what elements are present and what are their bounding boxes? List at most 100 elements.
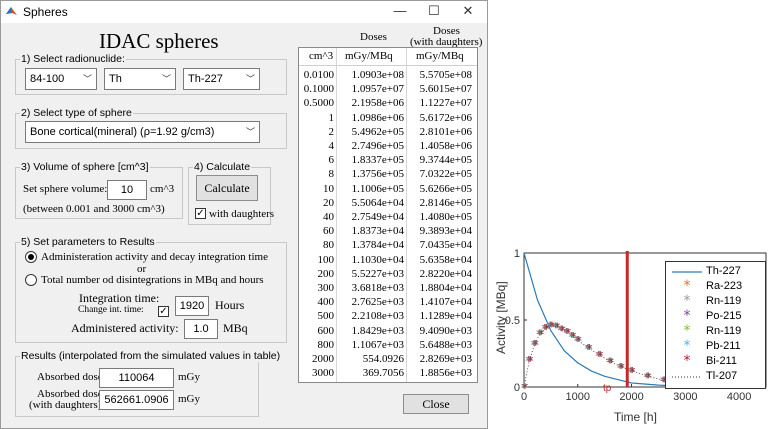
change-int-time-label: Change int. time: bbox=[78, 305, 144, 315]
table-cell: 1.3784e+04 bbox=[351, 239, 404, 252]
table-cell: 7.0435e+04 bbox=[419, 239, 472, 252]
legend-label: Th-227 bbox=[706, 265, 741, 277]
absorbed-dose-unit: mGy bbox=[178, 371, 200, 383]
table-cell: 5.6358e+04 bbox=[419, 253, 472, 266]
nuclide-select[interactable]: Th-227 ﹀ bbox=[183, 68, 260, 90]
legend-item: * Bi-211 bbox=[670, 354, 766, 369]
table-cell: 2.8101e+06 bbox=[419, 125, 472, 138]
change-int-time-checkbox[interactable]: ✓ bbox=[158, 306, 169, 317]
table-cell: 2.8220e+04 bbox=[419, 267, 472, 280]
daughter-data-point: * bbox=[619, 361, 625, 375]
legend-item: * Po-215 bbox=[670, 309, 766, 324]
table-cell: 554.0926 bbox=[362, 353, 404, 365]
table-cell: 40 bbox=[323, 211, 334, 223]
nuclide-select-value: Th-227 bbox=[188, 73, 223, 85]
daughter-data-point: * bbox=[630, 365, 636, 379]
element-select[interactable]: Th ﹀ bbox=[104, 68, 176, 90]
absorbed-dose-daughters-unit: mGy bbox=[178, 393, 200, 405]
chevron-down-icon: ﹀ bbox=[245, 127, 255, 137]
x-tick-label: 2000 bbox=[619, 391, 643, 403]
initial-data-point: * bbox=[522, 381, 528, 395]
table-cell: 5.5064e+04 bbox=[351, 196, 404, 209]
table-cell: 1.4058e+06 bbox=[419, 140, 472, 152]
with-daughters-sublabel: (with daughters) bbox=[29, 399, 102, 411]
daughter-data-point: * bbox=[646, 370, 652, 384]
legend-item: * Rn-119 bbox=[670, 294, 766, 309]
table-row[interactable]: 3000 369.7056 1.8856e+03 bbox=[299, 367, 477, 383]
activity-input[interactable]: 1.0 bbox=[184, 319, 218, 339]
title-bar: Spheres — ☐ ✕ bbox=[1, 1, 487, 23]
range-select[interactable]: 84-100 ﹀ bbox=[25, 68, 97, 90]
doses-table[interactable]: cm^3 mGy/MBq mGy/MBq 0.0100 1.0903e+08 5.5… bbox=[298, 47, 478, 383]
close-window-button[interactable]: ✕ bbox=[451, 1, 485, 23]
doses-header: Doses bbox=[360, 31, 387, 43]
x-axis-label: Time [h] bbox=[614, 410, 657, 424]
legend-label: Tl-207 bbox=[706, 370, 738, 382]
disintegrations-radio[interactable] bbox=[25, 274, 37, 286]
with-daughters-checkbox[interactable]: ✓ bbox=[195, 208, 206, 219]
with-daughters-label: with daughters bbox=[209, 208, 275, 220]
legend-item: Tl-207 bbox=[670, 369, 766, 384]
sphere-type-select[interactable]: Bone cortical(mineral) (ρ=1.92 g/cm3) ﹀ bbox=[25, 121, 260, 143]
calculate-button[interactable]: Calculate bbox=[196, 175, 258, 201]
table-cell: 2 bbox=[328, 125, 335, 138]
table-cell: 800 bbox=[317, 338, 335, 351]
absorbed-dose-daughters-field[interactable]: 562661.0906 bbox=[99, 390, 174, 410]
absorbed-dose-field[interactable]: 110064 bbox=[99, 368, 174, 388]
app-heading: IDAC spheres bbox=[99, 29, 219, 53]
table-cell: 2.2108e+03 bbox=[351, 310, 404, 323]
daughter-data-point: * bbox=[587, 342, 593, 356]
table-cell: 1.8856e+03 bbox=[419, 367, 472, 380]
legend-dotted-swatch bbox=[670, 369, 704, 384]
table-cell: 5.5705e+08 bbox=[419, 69, 472, 81]
table-cell: 60 bbox=[323, 225, 334, 238]
y-tick-label: 1 bbox=[514, 248, 520, 260]
table-cell: 2.8269e+03 bbox=[419, 353, 472, 365]
table-cell: 2.7549e+04 bbox=[351, 211, 404, 223]
chart-legend: Th-227 * Ra-223 * Rn-119 * Po-215 * Rn-119 *… bbox=[665, 261, 766, 389]
daughter-data-point: * bbox=[608, 356, 614, 370]
legend-label: Ra-223 bbox=[706, 280, 743, 292]
maximize-button[interactable]: ☐ bbox=[417, 1, 451, 23]
daughter-data-point: * bbox=[597, 349, 603, 363]
table-cell: 500 bbox=[317, 310, 335, 323]
volume-label: Set sphere volume: bbox=[23, 183, 108, 195]
table-cell: 1.1067e+03 bbox=[351, 338, 404, 351]
table-cell: 0.0100 bbox=[303, 69, 334, 81]
legend-label: Rn-119 bbox=[706, 325, 742, 337]
table-cell: 1.1289e+04 bbox=[419, 310, 472, 323]
table-cell: 369.7056 bbox=[362, 367, 404, 380]
table-cell: 5.4962e+05 bbox=[351, 125, 404, 138]
legend-line-swatch bbox=[670, 264, 704, 279]
legend-item: Th-227 bbox=[670, 264, 766, 279]
integration-unit: Hours bbox=[215, 298, 245, 312]
table-cell: 600 bbox=[317, 324, 335, 337]
table-cell: 200 bbox=[317, 267, 335, 280]
close-button[interactable]: Close bbox=[403, 394, 469, 414]
chevron-down-icon: ﹀ bbox=[82, 74, 92, 84]
minimize-button[interactable]: — bbox=[383, 1, 417, 23]
range-select-value: 84-100 bbox=[30, 73, 65, 85]
integration-time-input[interactable]: 1920 bbox=[175, 296, 209, 316]
legend-item: * Pb-211 bbox=[670, 339, 766, 354]
table-cell: 80 bbox=[323, 239, 334, 252]
chevron-down-icon: ﹀ bbox=[161, 74, 171, 84]
star-icon: * bbox=[683, 338, 691, 354]
table-cell: 20 bbox=[323, 196, 334, 209]
integration-time-label: Integration time: bbox=[79, 291, 160, 305]
legend-label: Rn-119 bbox=[706, 295, 742, 307]
table-cell: 8 bbox=[328, 168, 335, 181]
x-tick-label: 1000 bbox=[566, 391, 590, 403]
star-icon: * bbox=[683, 308, 691, 324]
table-cell: 5.6266e+05 bbox=[419, 182, 472, 195]
table-cell: 1.4080e+05 bbox=[419, 211, 472, 223]
column-header-doses: mGy/MBq bbox=[345, 50, 393, 62]
table-cell: 1.8337e+05 bbox=[351, 154, 404, 167]
volume-input[interactable]: 10 bbox=[107, 180, 147, 200]
table-cell: 1.8429e+03 bbox=[351, 324, 404, 337]
table-cell: 1.3756e+05 bbox=[351, 168, 404, 181]
absorbed-dose-label: Absorbed dose: bbox=[37, 371, 106, 383]
y-axis-label: Activity [MBq] bbox=[494, 281, 508, 354]
activity-time-radio[interactable] bbox=[25, 251, 37, 263]
table-cell: 3.6818e+03 bbox=[351, 282, 404, 294]
